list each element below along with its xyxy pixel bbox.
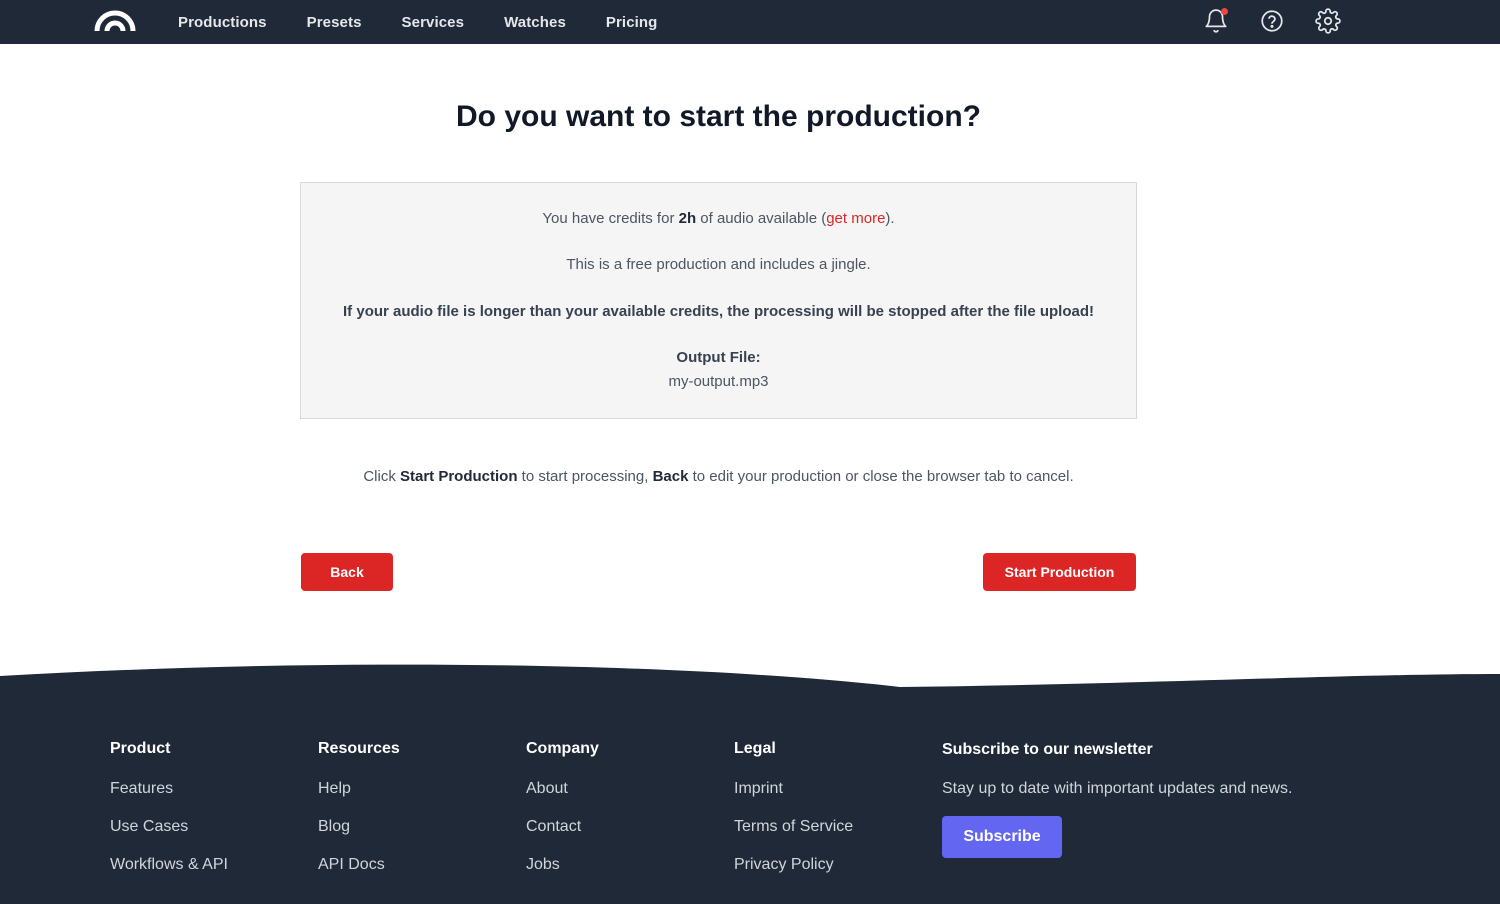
nav-services[interactable]: Services: [402, 14, 465, 31]
site-footer: Product Features Use Cases Workflows & A…: [0, 690, 1500, 904]
top-navbar: Productions Presets Services Watches Pri…: [0, 0, 1500, 44]
output-file-name: my-output.mp3: [668, 373, 769, 390]
notification-dot: [1221, 8, 1228, 15]
footer-link-terms[interactable]: Terms of Service: [734, 818, 853, 836]
footer-link-api-docs[interactable]: API Docs: [318, 856, 400, 874]
credits-line: You have credits for 2h of audio availab…: [542, 210, 895, 227]
footer-link-features[interactable]: Features: [110, 780, 228, 798]
production-summary-box: You have credits for 2h of audio availab…: [300, 182, 1137, 419]
nav-presets[interactable]: Presets: [307, 14, 362, 31]
help-circle-icon[interactable]: [1259, 8, 1285, 34]
back-button[interactable]: Back: [301, 553, 393, 591]
footer-link-help[interactable]: Help: [318, 780, 400, 798]
footer-link-jobs[interactable]: Jobs: [526, 856, 599, 874]
footer-heading: Product: [110, 740, 171, 757]
footer-column-company: Company About Contact Jobs: [526, 740, 599, 874]
credits-warning: If your audio file is longer than your a…: [343, 303, 1094, 320]
subscribe-button[interactable]: Subscribe: [942, 816, 1062, 858]
start-production-button[interactable]: Start Production: [983, 553, 1136, 591]
newsletter-text: Stay up to date with important updates a…: [942, 780, 1293, 797]
auphonic-logo-icon[interactable]: [94, 9, 136, 31]
get-more-link[interactable]: get more: [826, 210, 885, 227]
main-nav: Productions Presets Services Watches Pri…: [178, 0, 697, 44]
credits-amount: 2h: [678, 210, 697, 227]
bell-icon[interactable]: [1203, 8, 1229, 34]
newsletter-section: Subscribe to our newsletter Stay up to d…: [942, 741, 1292, 858]
instructions-text: Click Start Production to start processi…: [363, 468, 1074, 485]
newsletter-heading: Subscribe to our newsletter: [942, 741, 1153, 758]
footer-heading: Resources: [318, 740, 400, 757]
footer-link-use-cases[interactable]: Use Cases: [110, 818, 228, 836]
footer-link-privacy[interactable]: Privacy Policy: [734, 856, 853, 874]
nav-watches[interactable]: Watches: [504, 14, 566, 31]
free-production-note: This is a free production and includes a…: [566, 256, 871, 273]
footer-link-about[interactable]: About: [526, 780, 599, 798]
gear-icon[interactable]: [1315, 8, 1341, 34]
footer-column-resources: Resources Help Blog API Docs: [318, 740, 400, 874]
footer-link-imprint[interactable]: Imprint: [734, 780, 853, 798]
footer-link-blog[interactable]: Blog: [318, 818, 400, 836]
nav-pricing[interactable]: Pricing: [606, 14, 658, 31]
nav-productions[interactable]: Productions: [178, 14, 267, 31]
nav-icon-group: [1203, 8, 1371, 34]
footer-link-contact[interactable]: Contact: [526, 818, 599, 836]
output-file-label: Output File:: [676, 349, 761, 366]
footer-heading: Legal: [734, 740, 776, 757]
page-title: Do you want to start the production?: [456, 100, 981, 133]
footer-heading: Company: [526, 740, 599, 757]
footer-link-workflows-api[interactable]: Workflows & API: [110, 856, 228, 874]
footer-column-product: Product Features Use Cases Workflows & A…: [110, 740, 228, 874]
footer-column-legal: Legal Imprint Terms of Service Privacy P…: [734, 740, 853, 874]
